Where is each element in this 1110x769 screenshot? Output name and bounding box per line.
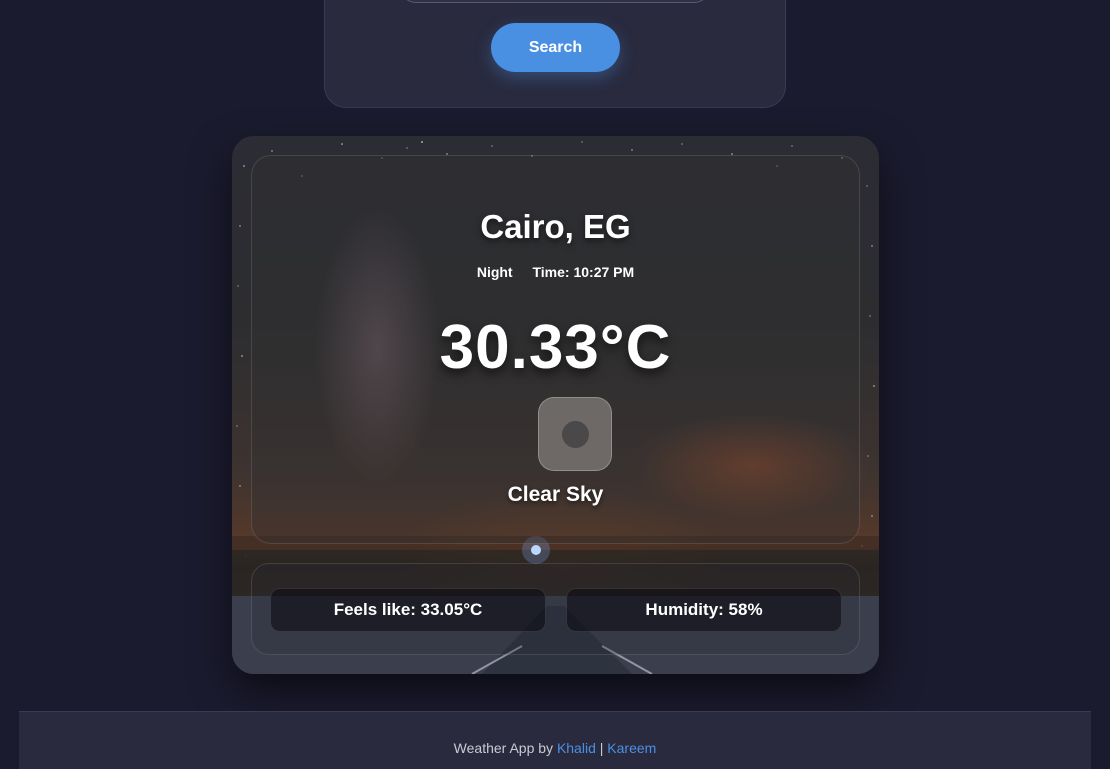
author-link-khalid[interactable]: Khalid <box>557 740 596 756</box>
footer: Weather App by Khalid | Kareem <box>19 711 1091 769</box>
day-period: Night <box>476 264 513 280</box>
weather-card: Cairo, EG Night Time: 10:27 PM 30.33°C C… <box>232 136 879 674</box>
weather-main-panel: Cairo, EG Night Time: 10:27 PM 30.33°C C… <box>251 155 860 544</box>
search-button[interactable]: Search <box>491 23 620 72</box>
weather-icon-dot <box>561 420 589 448</box>
page: Search Cairo, EG Night Time: 10:27 PM 30… <box>0 0 1110 769</box>
search-card: Search <box>324 0 786 108</box>
weather-details-panel: Feels like: 33.05°C Humidity: 58% <box>251 563 860 655</box>
city-name: Cairo, EG <box>480 208 631 245</box>
local-time: Time: 10:27 PM <box>532 264 635 280</box>
author-link-kareem[interactable]: Kareem <box>607 740 656 756</box>
search-input[interactable] <box>400 0 710 3</box>
humidity-box: Humidity: 58% <box>566 588 842 632</box>
footer-prefix: Weather App by <box>453 740 554 756</box>
time-info: Night Time: 10:27 PM <box>252 264 859 280</box>
weather-icon <box>538 397 612 471</box>
feels-like-box: Feels like: 33.05°C <box>270 588 546 632</box>
temperature-value: 30.33°C <box>439 313 672 382</box>
footer-separator: | <box>599 740 604 756</box>
weather-condition: Clear Sky <box>507 483 604 506</box>
